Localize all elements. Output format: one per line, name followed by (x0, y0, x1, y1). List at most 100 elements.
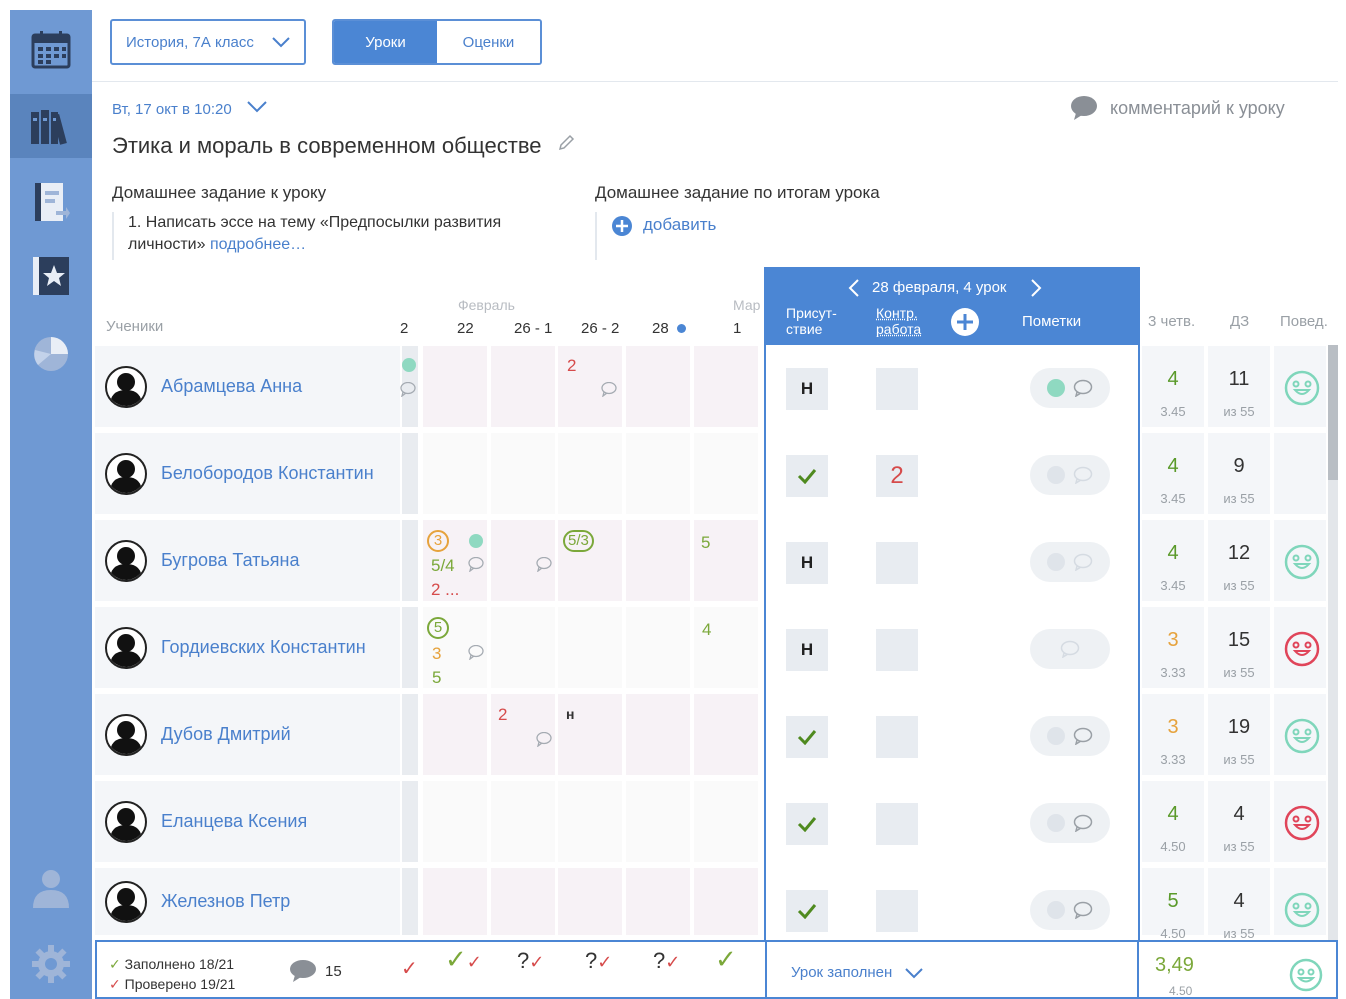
grade-cell[interactable] (423, 346, 489, 430)
date-col-header[interactable]: 22 (457, 320, 474, 337)
comment-icon[interactable] (468, 645, 484, 660)
comments-counter[interactable]: 15 (289, 959, 342, 983)
date-col-header[interactable]: 28 (652, 320, 686, 337)
comment-icon[interactable] (601, 382, 617, 397)
class-select[interactable]: История, 7А класс (110, 19, 306, 65)
grade-cell[interactable] (694, 694, 760, 778)
grade-cell[interactable] (694, 433, 760, 517)
control-grade-input[interactable] (876, 368, 918, 410)
calendar-icon[interactable] (10, 18, 92, 82)
grade-cell[interactable] (626, 433, 692, 517)
grade-cell[interactable] (491, 346, 557, 430)
control-grade-input[interactable] (876, 803, 918, 845)
notes-pill[interactable] (1030, 716, 1110, 756)
grade[interactable]: 2 (498, 705, 507, 725)
student-name[interactable]: Гордиевских Константин (161, 637, 366, 658)
grade-cell[interactable] (558, 607, 624, 691)
control-grade-input[interactable]: 2 (876, 455, 918, 497)
grade-cell[interactable] (626, 346, 692, 430)
gear-icon[interactable] (10, 932, 92, 996)
control-grade-input[interactable] (876, 716, 918, 758)
date-col-header[interactable]: 26 - 2 (581, 320, 619, 337)
pencil-icon[interactable] (556, 133, 576, 153)
grade[interactable]: 3 (432, 644, 441, 664)
grade-cell[interactable] (694, 868, 760, 938)
student-row[interactable]: Дубов Дмитрий (95, 694, 400, 778)
student-name[interactable]: Еланцева Ксения (161, 811, 307, 832)
grade-cell[interactable] (423, 433, 489, 517)
grade[interactable]: 5/4 (431, 556, 455, 576)
hw-more-link[interactable]: подробнее… (210, 236, 306, 253)
attendance-toggle[interactable]: Н (786, 629, 828, 671)
grade[interactable]: 2 (567, 356, 576, 376)
student-row[interactable]: Абрамцева Анна (95, 346, 400, 430)
grade-circled[interactable]: 5 (427, 617, 449, 639)
grade-cell[interactable] (491, 868, 557, 938)
report-icon[interactable] (10, 170, 92, 234)
control-grade-input[interactable] (876, 629, 918, 671)
notes-pill[interactable] (1030, 542, 1110, 582)
student-row[interactable]: Железнов Петр (95, 868, 400, 938)
grade-cell[interactable] (626, 868, 692, 938)
grade[interactable]: 2 ... (431, 580, 459, 600)
star-icon[interactable] (10, 244, 92, 308)
grade-cell[interactable] (423, 781, 489, 865)
grade-cell[interactable] (558, 433, 624, 517)
scrollbar[interactable] (1328, 345, 1338, 940)
control-header[interactable]: Контр. работа (876, 305, 932, 337)
grade[interactable]: 5 (432, 668, 441, 688)
bookshelf-icon[interactable] (10, 94, 92, 158)
lesson-date-select[interactable]: Вт, 17 окт в 10:20 (112, 100, 268, 118)
grade-cell[interactable] (626, 694, 692, 778)
notes-pill[interactable] (1030, 368, 1110, 408)
grade-cell[interactable] (491, 433, 557, 517)
grade-circled[interactable]: 3 (427, 530, 449, 552)
chevron-left-icon[interactable] (846, 278, 862, 298)
notes-pill[interactable] (1030, 890, 1110, 930)
student-row[interactable]: Бугрова Татьяна (95, 520, 400, 604)
grade-cell[interactable] (402, 694, 420, 778)
grade-cell[interactable] (491, 781, 557, 865)
notes-pill[interactable] (1030, 455, 1110, 495)
grade-cell[interactable] (626, 607, 692, 691)
grade-cell[interactable] (626, 520, 692, 604)
lesson-status-select[interactable]: Урок заполнен (791, 964, 924, 981)
comment-icon[interactable] (400, 382, 416, 397)
tab-lessons[interactable]: Уроки (334, 21, 437, 63)
scrollbar-thumb[interactable] (1328, 345, 1338, 480)
grade-cell[interactable] (423, 694, 489, 778)
hw-add-button[interactable]: добавить (595, 212, 716, 260)
attendance-toggle[interactable] (786, 890, 828, 932)
date-col-header[interactable]: 2 (400, 320, 408, 337)
grade-cell[interactable] (402, 868, 420, 938)
grade-cell[interactable] (694, 781, 760, 865)
lesson-comment-link[interactable]: комментарий к уроку (1070, 95, 1285, 121)
pie-chart-icon[interactable] (10, 320, 92, 384)
student-row[interactable]: Еланцева Ксения (95, 781, 400, 865)
plus-circle-icon[interactable] (950, 307, 980, 337)
tab-grades[interactable]: Оценки (437, 21, 540, 63)
absence-mark[interactable]: н (566, 706, 574, 722)
student-row[interactable]: Гордиевских Константин (95, 607, 400, 691)
grade-cell[interactable] (694, 346, 760, 430)
student-name[interactable]: Бугрова Татьяна (161, 550, 300, 571)
grade-cell[interactable] (558, 868, 624, 938)
grade-cell[interactable] (423, 868, 489, 938)
grade-cell[interactable] (402, 433, 420, 517)
grade[interactable]: 5 (701, 533, 710, 553)
grade-cell[interactable] (402, 520, 420, 604)
comment-icon[interactable] (468, 557, 484, 572)
chevron-right-icon[interactable] (1028, 278, 1044, 298)
student-row[interactable]: Белобородов Константин (95, 433, 400, 517)
grade[interactable]: 4 (702, 620, 711, 640)
student-name[interactable]: Железнов Петр (161, 891, 290, 912)
student-name[interactable]: Белобородов Константин (161, 463, 374, 484)
attendance-toggle[interactable] (786, 803, 828, 845)
grade-cell[interactable] (402, 781, 420, 865)
notes-pill[interactable] (1030, 803, 1110, 843)
comment-icon[interactable] (536, 732, 552, 747)
student-name[interactable]: Абрамцева Анна (161, 376, 302, 397)
grade-cell[interactable] (558, 781, 624, 865)
attendance-toggle[interactable] (786, 455, 828, 497)
attendance-toggle[interactable]: Н (786, 368, 828, 410)
